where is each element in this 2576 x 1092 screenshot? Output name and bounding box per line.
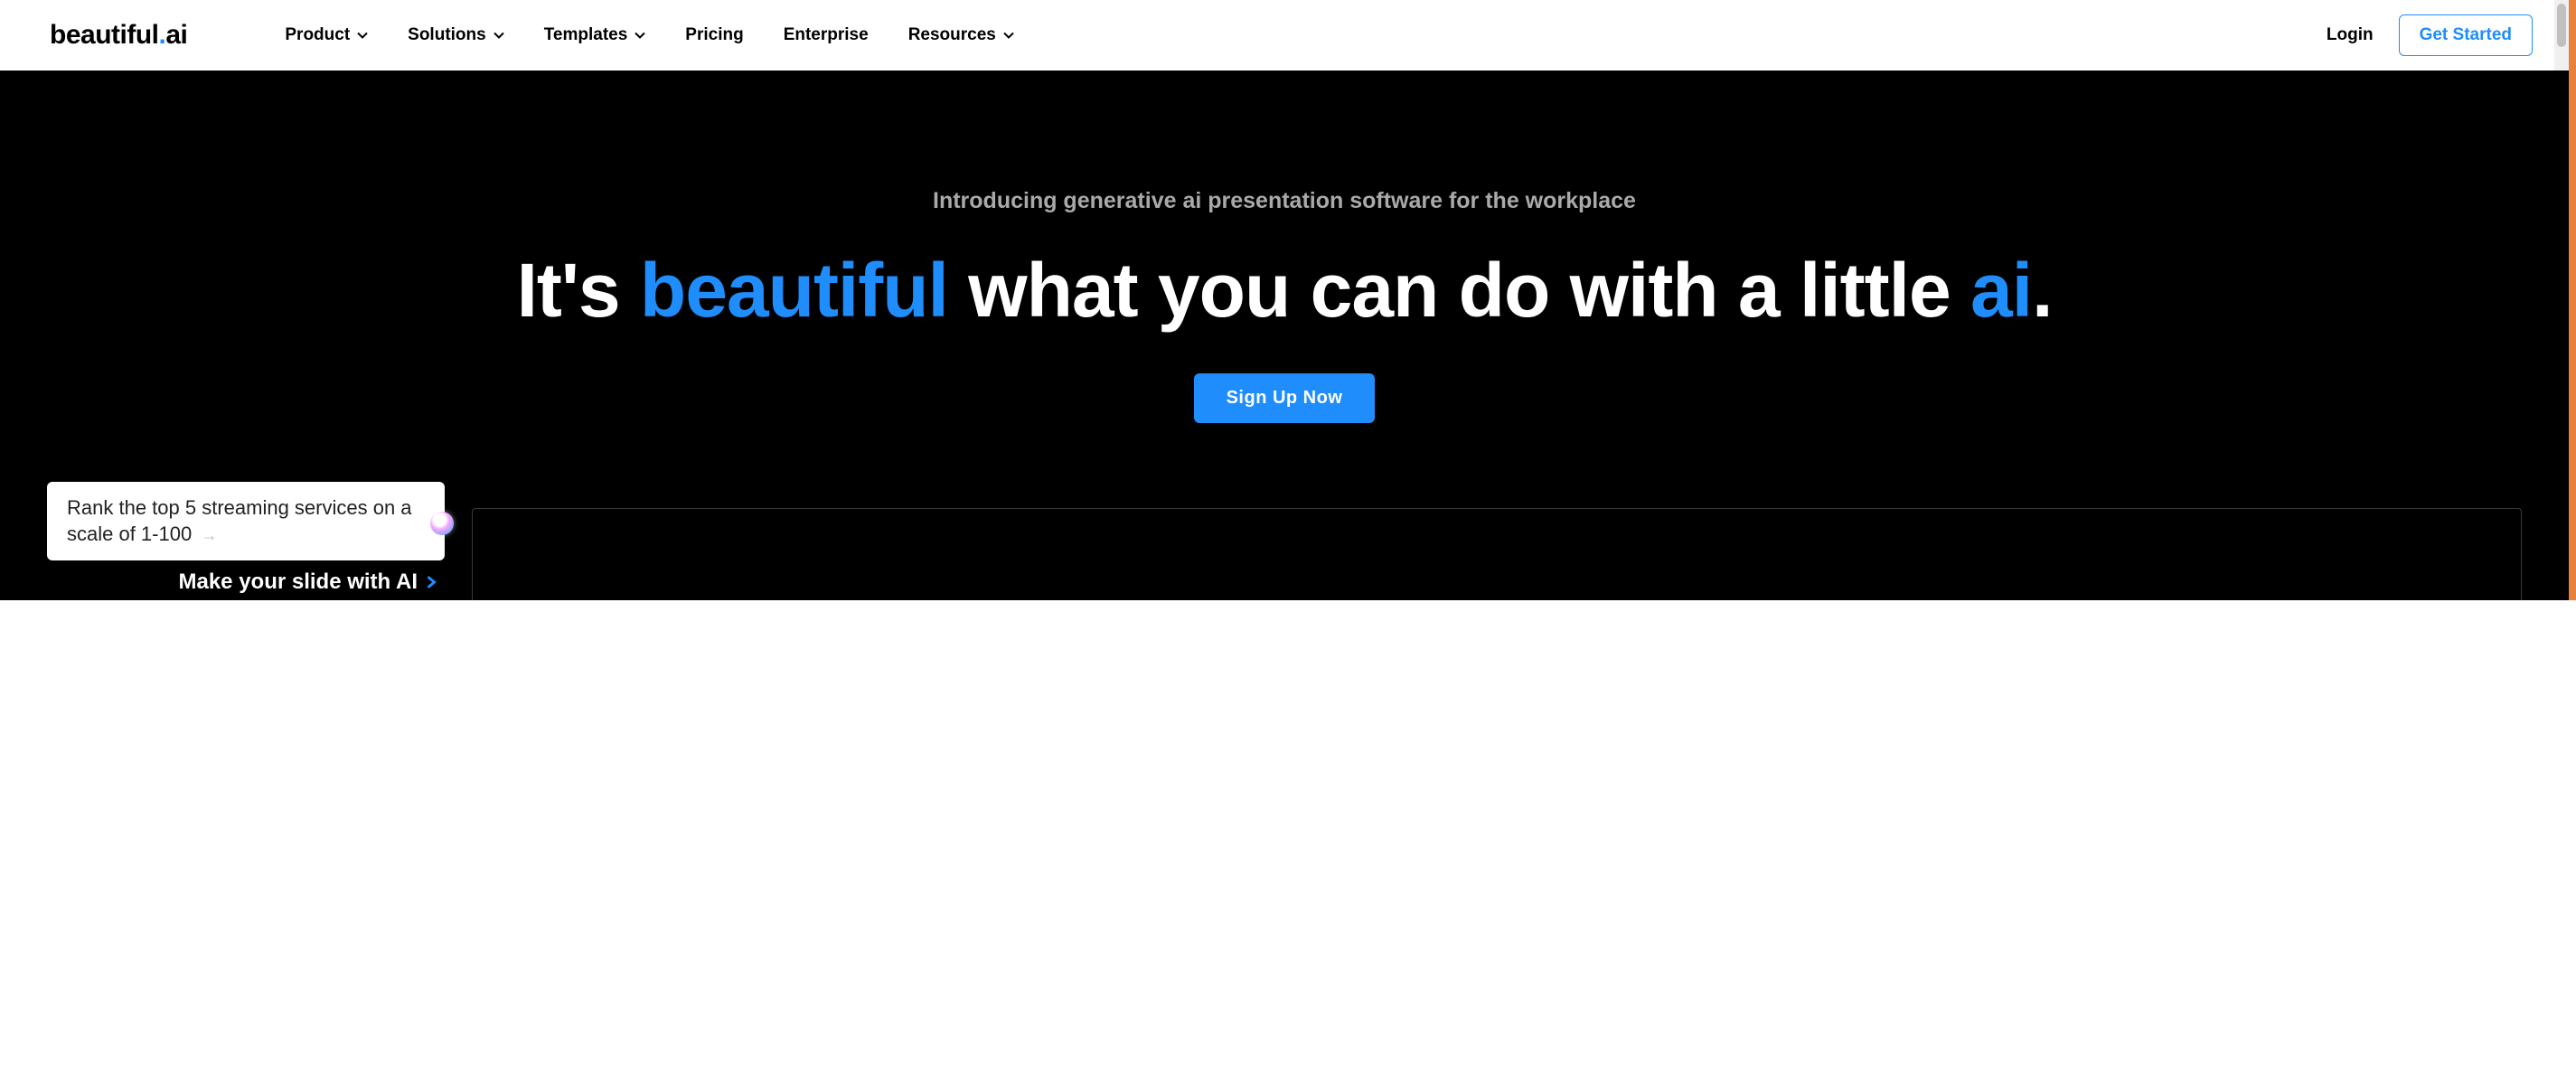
window-edge-right: [2569, 0, 2576, 600]
prompt-area: Rank the top 5 streaming services on a s…: [47, 482, 445, 600]
make-slide-label: Make your slide with AI: [178, 570, 418, 595]
chevron-down-icon: [494, 30, 504, 41]
primary-nav: Product Solutions Templates Pricing Ente…: [285, 25, 1013, 45]
nav-item-enterprise[interactable]: Enterprise: [784, 25, 869, 45]
nav-item-pricing[interactable]: Pricing: [685, 25, 743, 45]
logo-text-before: beautiful: [50, 20, 159, 51]
nav-item-solutions[interactable]: Solutions: [408, 25, 504, 45]
nav-label: Enterprise: [784, 25, 869, 45]
nav-item-templates[interactable]: Templates: [544, 25, 646, 45]
chevron-down-icon: [1003, 30, 1014, 41]
hero-subtitle: Introducing generative ai presentation s…: [18, 188, 2551, 214]
nav-label: Resources: [908, 25, 996, 45]
make-slide-link[interactable]: Make your slide with AI: [178, 570, 437, 595]
ai-orb-icon: [430, 512, 454, 535]
preview-panel: [472, 508, 2522, 600]
chevron-right-icon: [425, 570, 437, 595]
signup-button[interactable]: Sign Up Now: [1194, 373, 1376, 423]
hero-section: Introducing generative ai presentation s…: [0, 71, 2569, 600]
hero-title-accent1: beautiful: [640, 248, 948, 333]
site-header: beautiful.ai Product Solutions Templates…: [0, 0, 2569, 71]
logo-text-after: ai: [165, 20, 187, 51]
hero-title: It's beautiful what you can do with a li…: [18, 250, 2551, 330]
nav-item-resources[interactable]: Resources: [908, 25, 1014, 45]
logo-dot: .: [159, 20, 166, 51]
nav-label: Pricing: [685, 25, 743, 45]
nav-label: Templates: [544, 25, 628, 45]
get-started-button[interactable]: Get Started: [2399, 14, 2533, 56]
scrollbar-track[interactable]: [2554, 0, 2569, 71]
hero-title-accent2: ai: [1970, 248, 2032, 333]
logo[interactable]: beautiful.ai: [50, 20, 187, 51]
arrow-right-icon: →: [201, 526, 217, 544]
hero-title-part1: It's: [517, 248, 640, 333]
nav-item-product[interactable]: Product: [285, 25, 368, 45]
chevron-down-icon: [357, 30, 368, 41]
chevron-down-icon: [635, 30, 645, 41]
hero-title-part3: .: [2032, 248, 2052, 333]
prompt-box[interactable]: Rank the top 5 streaming services on a s…: [47, 482, 445, 560]
hero-title-part2: what you can do with a little: [948, 248, 1970, 333]
login-link[interactable]: Login: [2327, 25, 2374, 45]
hero-bottom-section: Rank the top 5 streaming services on a s…: [0, 482, 2569, 600]
header-actions: Login Get Started: [2327, 14, 2533, 56]
nav-label: Solutions: [408, 25, 486, 45]
scrollbar-thumb[interactable]: [2557, 4, 2566, 47]
nav-label: Product: [285, 25, 350, 45]
prompt-text: Rank the top 5 streaming services on a s…: [67, 496, 412, 546]
